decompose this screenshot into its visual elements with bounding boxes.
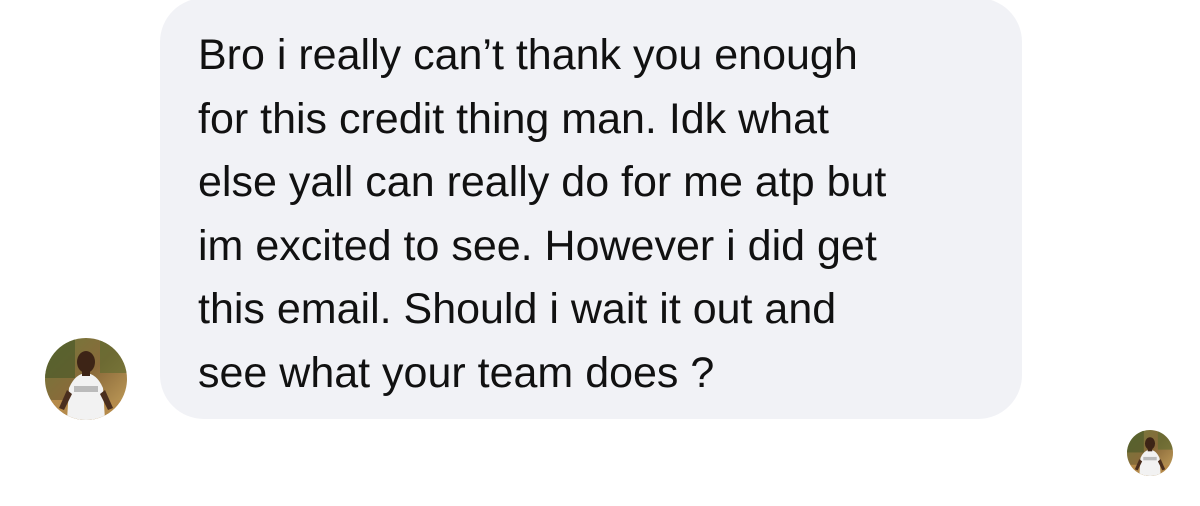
incoming-message-bubble[interactable]: Bro i really can’t thank you enough for …: [160, 0, 1022, 419]
message-thread: Bro i really can’t thank you enough for …: [0, 0, 1200, 506]
profile-photo-icon: [45, 338, 127, 420]
sender-avatar[interactable]: [45, 338, 127, 420]
read-receipt-avatar: [1127, 430, 1173, 476]
read-receipt-avatar-icon: [1127, 430, 1173, 476]
message-text: Bro i really can’t thank you enough for …: [198, 31, 887, 397]
